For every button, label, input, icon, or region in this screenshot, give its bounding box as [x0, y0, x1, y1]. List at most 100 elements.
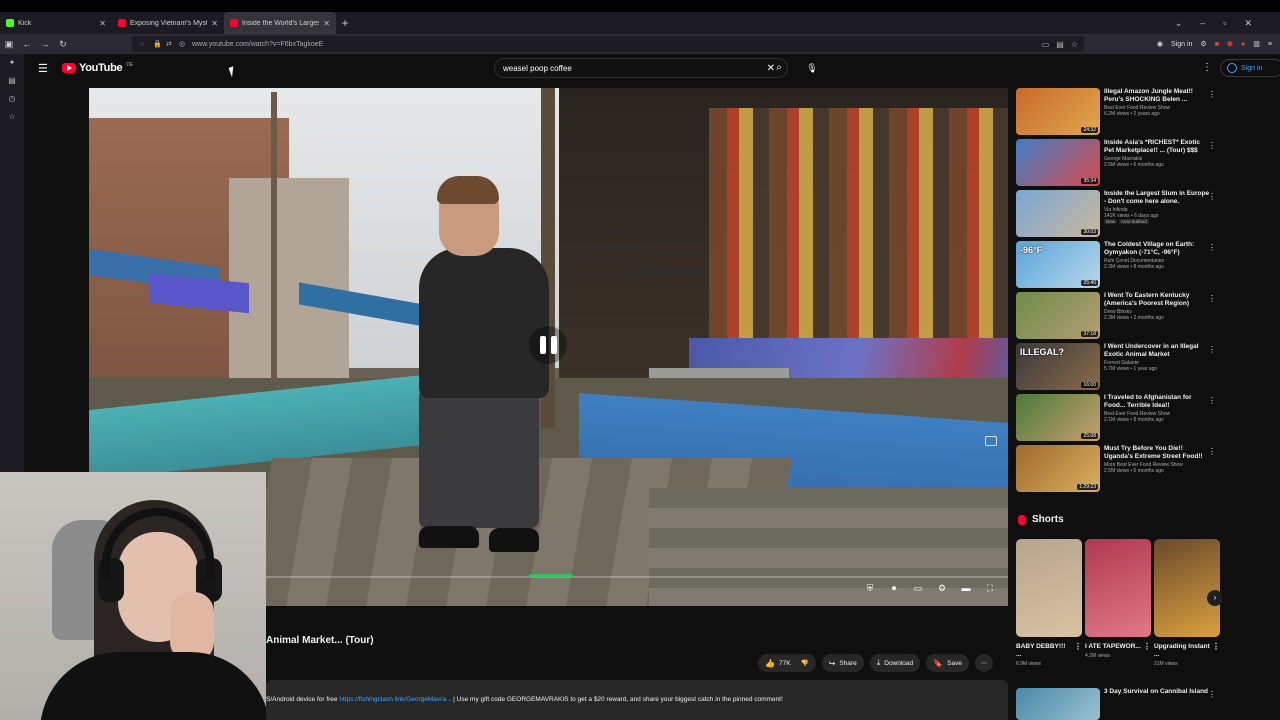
permissions-icon[interactable]: ⇄	[166, 40, 176, 48]
microphone-icon[interactable]: 🎙	[802, 58, 822, 78]
hamburger-menu-icon[interactable]: ☰	[38, 63, 50, 75]
pause-icon[interactable]	[529, 326, 567, 364]
picture-in-picture-icon[interactable]: ▭	[1042, 40, 1050, 49]
kebab-menu-icon[interactable]: ⋮	[1208, 90, 1216, 99]
close-tab-icon[interactable]: ✕	[99, 19, 106, 28]
share-button[interactable]: ↪ Share	[821, 654, 864, 672]
extension-red-icon[interactable]: ■	[1215, 41, 1219, 48]
scrub-marker[interactable]	[529, 574, 573, 577]
chevron-right-icon[interactable]: ›	[1207, 590, 1223, 606]
kebab-menu-icon[interactable]: ⋮	[1212, 643, 1220, 651]
list-item[interactable]: 37:18 I Went To Eastern Kentucky (Americ…	[1016, 292, 1220, 343]
account-icon[interactable]: ◉	[1157, 40, 1163, 48]
kebab-menu-icon[interactable]: ⋮	[1208, 345, 1216, 354]
extension-ublock-icon[interactable]: ⬢	[1227, 40, 1233, 48]
kebab-menu-icon[interactable]: ⋮	[1208, 192, 1216, 201]
shield-icon[interactable]: ◌	[140, 41, 150, 48]
tracking-icon[interactable]: ◎	[179, 40, 189, 48]
video-card-title[interactable]: 3 Day Survival on Cannibal Island	[1104, 688, 1210, 696]
more-actions-button[interactable]: ⋯	[974, 654, 993, 672]
close-window-icon[interactable]: ✕	[1244, 18, 1252, 29]
tab-list-chevron-down-icon[interactable]: ⌄	[1175, 18, 1183, 29]
video-thumbnail[interactable]: 35:34	[1016, 139, 1100, 186]
autoplay-icon[interactable]: ⏺	[888, 582, 900, 594]
kebab-menu-icon[interactable]: ⋮	[1143, 643, 1151, 651]
list-item[interactable]: ILLEGAL? 16:00 I Went Undercover in an I…	[1016, 343, 1220, 394]
kebab-menu-icon[interactable]: ⋮	[1208, 447, 1216, 456]
list-item[interactable]: 30:03 Inside the Largest Slum in Europe …	[1016, 190, 1220, 241]
kebab-menu-icon[interactable]: ⋮	[1208, 141, 1216, 150]
tab-exposing-vietnam[interactable]: Exposing Vietnam's Mystery M ✕	[112, 12, 224, 34]
video-card-title[interactable]: Inside Asia's *RICHEST* Exotic Pet Marke…	[1104, 139, 1210, 155]
video-thumbnail[interactable]: 1:29:23	[1016, 445, 1100, 492]
search-icon[interactable]: ⌕	[770, 59, 788, 77]
settings-gear-icon[interactable]: ⚙	[936, 582, 948, 594]
close-tab-icon[interactable]: ✕	[323, 19, 330, 28]
list-item[interactable]: 24:32 Illegal Amazon Jungle Meat!! Peru'…	[1016, 88, 1220, 139]
sidebar-toggle-icon[interactable]: ▣	[0, 39, 18, 50]
subtitles-icon[interactable]: ▭	[912, 582, 924, 594]
miniplayer-icon[interactable]	[985, 436, 997, 446]
close-tab-icon[interactable]: ✕	[211, 19, 218, 28]
kebab-menu-icon[interactable]: ⋮	[1208, 396, 1216, 405]
like-button[interactable]: 👍 77K 👎	[758, 654, 816, 672]
video-thumbnail[interactable]: 25:08	[1016, 394, 1100, 441]
minimize-icon[interactable]: –	[1200, 18, 1205, 28]
url-bar[interactable]: ◌ 🔒 ⇄ ◎ www.youtube.com/watch?v=F6bxTagk…	[132, 36, 1084, 52]
video-thumbnail[interactable]: ILLEGAL? 16:00	[1016, 343, 1100, 390]
ai-chat-icon[interactable]: ✦	[0, 54, 24, 72]
list-item[interactable]: 1:29:23 Must Try Before You Die!! Uganda…	[1016, 445, 1220, 496]
lock-icon[interactable]: 🔒	[153, 40, 163, 48]
save-button[interactable]: 🔖 Save	[926, 654, 969, 672]
extension-3-icon[interactable]: ▥	[1253, 40, 1260, 48]
short-card[interactable]: I ATE TAPEWOR... ⋮ 4.2M views	[1085, 539, 1151, 677]
history-icon[interactable]: ◷	[0, 90, 24, 108]
search-input[interactable]: weasel poop coffee ✕	[494, 58, 788, 78]
video-thumbnail[interactable]: -96°F 25:40	[1016, 241, 1100, 288]
bookmark-star-icon[interactable]: ☆	[1071, 40, 1078, 49]
reader-view-icon[interactable]: ▤	[1056, 40, 1064, 49]
video-card-title[interactable]: Illegal Amazon Jungle Meat!! Peru's SHOC…	[1104, 88, 1210, 104]
extensions-icon[interactable]: ⚙	[1200, 40, 1206, 48]
back-arrow-icon[interactable]: ←	[18, 39, 36, 49]
fullscreen-icon[interactable]: ⛶	[984, 582, 996, 594]
video-card-title[interactable]: Inside the Largest Slum in Europe - Don'…	[1104, 190, 1210, 206]
new-tab-icon[interactable]: +	[336, 16, 354, 30]
video-card-title[interactable]: The Coldest Village on Earth: Oymyakon (…	[1104, 241, 1210, 257]
app-menu-icon[interactable]: ≡	[1268, 41, 1272, 48]
description-link[interactable]: https://fishingclash.link/GeorgeMavra...	[339, 696, 451, 703]
video-card-title[interactable]: I Went To Eastern Kentucky (America's Po…	[1104, 292, 1210, 308]
list-item[interactable]: 3 Day Survival on Cannibal Island ⋮	[1016, 688, 1220, 720]
list-item[interactable]: 25:08 I Traveled to Afghanistan for Food…	[1016, 394, 1220, 445]
short-card[interactable]: BABY DEBBY!!! ... ⋮ 6.9M views	[1016, 539, 1082, 677]
kebab-menu-icon[interactable]: ⋮	[1074, 643, 1082, 651]
forward-arrow-icon[interactable]: →	[36, 39, 54, 49]
video-thumbnail[interactable]: 24:32	[1016, 88, 1100, 135]
bookmarks-icon[interactable]: ☆	[0, 108, 24, 126]
thumbs-down-icon[interactable]: 👎	[801, 659, 809, 667]
short-title[interactable]: I ATE TAPEWOR...	[1085, 643, 1141, 650]
synced-tabs-icon[interactable]: ▤	[0, 72, 24, 90]
kebab-menu-icon[interactable]: ⋮	[1208, 294, 1216, 303]
settings-kebab-icon[interactable]: ⋮	[1202, 62, 1212, 73]
list-item[interactable]: -96°F 25:40 The Coldest Village on Earth…	[1016, 241, 1220, 292]
tab-inside-largest[interactable]: Inside the World's Largest ✕	[224, 12, 336, 34]
browser-sign-in-label[interactable]: Sign in	[1171, 41, 1192, 48]
download-button[interactable]: ⤓ Download	[869, 654, 921, 672]
video-thumbnail[interactable]: 37:18	[1016, 292, 1100, 339]
maximize-icon[interactable]: ▫	[1223, 18, 1226, 28]
video-card-title[interactable]: Must Try Before You Die!! Uganda's Extre…	[1104, 445, 1210, 461]
short-thumbnail[interactable]	[1016, 539, 1082, 637]
sign-in-button[interactable]: Sign in	[1220, 59, 1280, 77]
kebab-menu-icon[interactable]: ⋮	[1208, 690, 1216, 699]
video-thumbnail[interactable]: 30:03	[1016, 190, 1100, 237]
short-thumbnail[interactable]	[1154, 539, 1220, 637]
theater-mode-icon[interactable]: ▬	[960, 582, 972, 594]
short-title[interactable]: BABY DEBBY!!! ...	[1016, 643, 1065, 658]
reload-icon[interactable]: ↻	[54, 39, 72, 50]
tab-kick[interactable]: Kick ✕	[0, 12, 112, 34]
video-card-title[interactable]: I Traveled to Afghanistan for Food... Te…	[1104, 394, 1210, 410]
sponsorblock-icon[interactable]: ⛨	[864, 582, 876, 594]
extension-2-icon[interactable]: ●	[1241, 41, 1245, 48]
kebab-menu-icon[interactable]: ⋮	[1208, 243, 1216, 252]
